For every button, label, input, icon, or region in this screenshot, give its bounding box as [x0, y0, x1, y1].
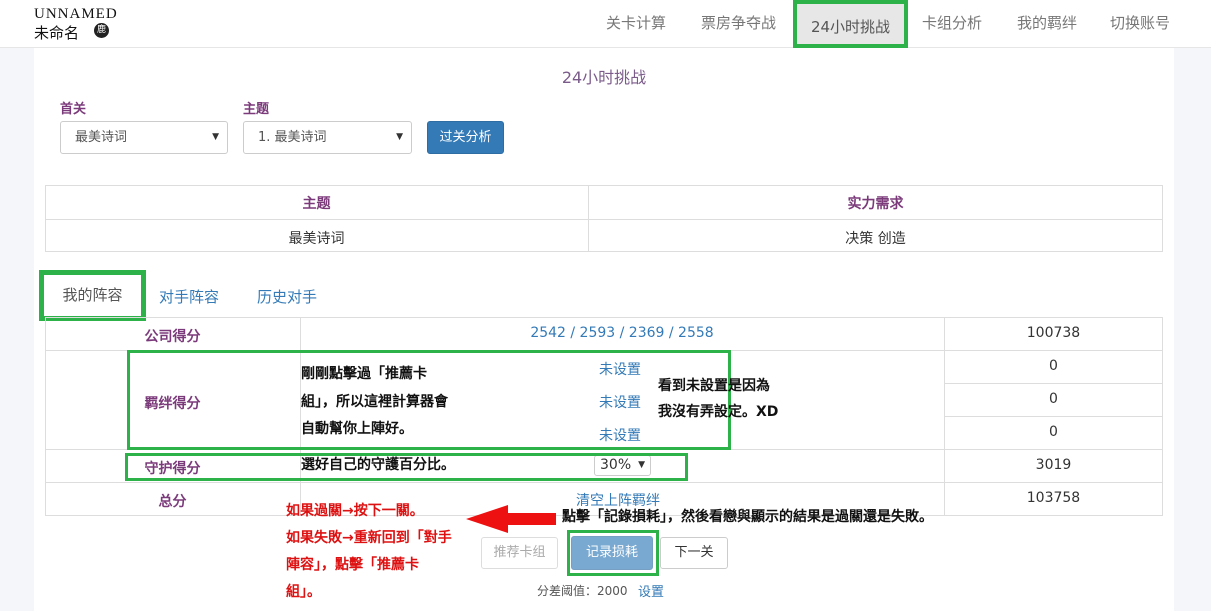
company-score-total: 100738	[1026, 325, 1081, 341]
bond-score-2: 0	[1049, 391, 1058, 407]
red-arrow-icon	[466, 505, 556, 533]
table-divider	[944, 416, 1163, 417]
cell-strength: 决策 创造	[845, 231, 906, 247]
company-score-label: 公司得分	[144, 329, 201, 345]
threshold-label: 分差阈值：2000	[537, 584, 628, 598]
red-note-line-4: 組」。	[286, 584, 321, 600]
threshold-settings-link[interactable]: 设置	[638, 581, 664, 600]
recommend-deck-button[interactable]: 推荐卡组	[481, 537, 558, 569]
top-navbar: UNNAMED 未命名 鹿 关卡计算 票房争夺战 24小时挑战 卡组分析 我的羁…	[0, 0, 1211, 48]
guard-note: 選好自己的守護百分比。	[301, 457, 455, 473]
unset-note-line-2: 我沒有弄設定。XD	[658, 404, 779, 420]
cell-theme: 最美诗词	[288, 231, 345, 247]
tab-opponent-lineup[interactable]: 对手阵容	[159, 286, 219, 307]
nav-level-calc[interactable]: 关卡计算	[606, 0, 666, 48]
bond-score-1: 0	[1049, 358, 1058, 374]
logo-mark-icon: 鹿	[94, 23, 109, 38]
page-title: 24小时挑战	[561, 68, 647, 87]
table-divider	[45, 482, 1163, 483]
bond-note-line-1: 剛剛點擊過「推薦卡	[301, 366, 427, 382]
tab-history-opponents[interactable]: 历史对手	[257, 286, 317, 307]
level-select[interactable]: 最美诗词 ▼	[60, 121, 228, 154]
nav-switch-account[interactable]: 切换账号	[1110, 0, 1170, 48]
tab-my-lineup[interactable]: 我的阵容	[39, 270, 146, 321]
theme-select[interactable]: 1. 最美诗词 ▼	[243, 121, 412, 154]
logo-text-en: UNNAMED	[34, 6, 118, 22]
table-divider	[45, 219, 1163, 220]
unset-note-line-1: 看到未設置是因為	[658, 378, 770, 394]
nav-box-office[interactable]: 票房争夺战	[701, 0, 776, 48]
guard-score-value: 3019	[1035, 457, 1072, 473]
theme-label: 主题	[243, 102, 270, 117]
red-note-line-2: 如果失敗→重新回到「對手	[286, 530, 452, 546]
record-note: 點擊「記錄損耗」，然後看戀與顯示的結果是過關還是失敗。	[562, 509, 933, 525]
level-label: 首关	[60, 102, 87, 117]
nav-24h-challenge[interactable]: 24小时挑战	[793, 0, 908, 48]
red-note-line-1: 如果過關→按下一關。	[286, 503, 424, 519]
analyze-button[interactable]: 过关分析	[427, 121, 504, 154]
header-theme: 主题	[302, 196, 331, 212]
nav-deck-analysis[interactable]: 卡组分析	[922, 0, 982, 48]
chevron-down-icon: ▼	[212, 132, 219, 142]
red-note-line-3: 陣容」，點擊「推薦卡	[286, 557, 419, 573]
logo-text-zh: 未命名	[34, 24, 80, 42]
total-score-label: 总分	[158, 494, 187, 510]
level-select-value: 最美诗词	[75, 130, 128, 145]
logo[interactable]: UNNAMED 未命名 鹿	[34, 6, 117, 42]
nav-my-bonds[interactable]: 我的羁绊	[1017, 0, 1077, 48]
chevron-down-icon: ▼	[396, 132, 403, 142]
company-score-values: 2542 / 2593 / 2369 / 2558	[530, 325, 714, 341]
bond-note-line-2: 組」，所以這裡計算器會	[301, 394, 448, 410]
bond-note-line-3: 自動幫你上陣好。	[301, 421, 413, 437]
theme-select-value: 1. 最美诗词	[258, 130, 327, 145]
bond-score-3: 0	[1049, 424, 1058, 440]
record-highlight-box	[567, 530, 659, 576]
header-strength: 实力需求	[847, 196, 904, 212]
total-score-value: 103758	[1026, 490, 1081, 506]
next-level-button[interactable]: 下一关	[660, 537, 728, 569]
table-divider	[944, 383, 1163, 384]
